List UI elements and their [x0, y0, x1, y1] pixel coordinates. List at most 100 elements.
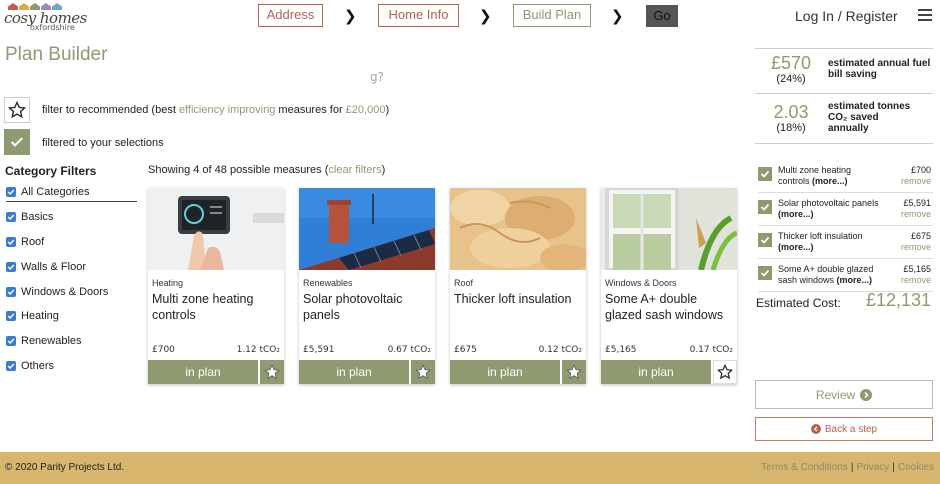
thermostat-photo	[148, 188, 284, 270]
bill-saving-value: £570	[770, 53, 812, 73]
step-address-button[interactable]: Address	[258, 4, 323, 27]
category-label: All Categories	[21, 186, 90, 198]
review-button[interactable]: Review	[755, 380, 933, 409]
arrow-left-circle-icon	[810, 424, 821, 434]
selections-filter-label: filtered to your selections	[42, 137, 164, 149]
star-filled-icon[interactable]	[562, 360, 586, 384]
category-label: Windows & Doors	[21, 286, 109, 298]
remove-link[interactable]: remove	[901, 242, 931, 252]
measure-cost: £700	[152, 345, 175, 355]
estimated-cost-value: £12,131	[866, 290, 932, 310]
measure-card[interactable]: Renewables Solar photovoltaic panels £5,…	[299, 188, 435, 384]
selection-price: £675	[910, 231, 931, 241]
checkbox-checked-icon[interactable]	[758, 233, 772, 247]
category-label: Walls & Floor	[21, 261, 86, 273]
selection-name: Some A+ double glazed sash windows (more…	[778, 264, 883, 286]
cosy-homes-logo[interactable]: cosy homes oxfordshire	[4, 3, 87, 33]
checkbox-checked-icon[interactable]	[758, 167, 772, 181]
star-filled-icon[interactable]	[411, 360, 435, 384]
category-label: Renewables	[21, 335, 82, 347]
category-walls-floor[interactable]: Walls & Floor	[6, 261, 86, 273]
recommended-filter-label: filter to recommended (best efficiency i…	[42, 104, 389, 116]
copyright-text: © 2020 Parity Projects Ltd.	[5, 462, 125, 473]
top-nav-bar: cosy homes oxfordshire Address ❯ Home In…	[0, 0, 940, 38]
selections-filter-toggle[interactable]	[4, 129, 30, 155]
more-link[interactable]: (more...)	[837, 275, 873, 285]
recommended-highlight: efficiency improving	[178, 104, 276, 116]
measure-card[interactable]: Roof Thicker loft insulation £675 0.12 t…	[450, 188, 586, 384]
more-link[interactable]: (more...)	[812, 176, 848, 186]
in-plan-button[interactable]: in plan	[450, 360, 560, 384]
category-windows-doors[interactable]: Windows & Doors	[6, 286, 108, 298]
checkbox-checked-icon	[6, 287, 16, 297]
recommended-amount: £20,000	[345, 104, 386, 116]
step-home-info-button[interactable]: Home Info	[378, 4, 459, 27]
measure-cost: £675	[454, 345, 477, 355]
page-title: Plan Builder	[5, 44, 108, 65]
category-heating[interactable]: Heating	[6, 310, 59, 322]
co2-label-line: estimated tonnes	[828, 101, 911, 112]
remove-link[interactable]: remove	[901, 209, 931, 219]
measure-cost: £5,165	[605, 345, 637, 355]
category-label: Others	[21, 360, 55, 372]
login-register-link[interactable]: Log In / Register	[795, 8, 898, 24]
in-plan-button[interactable]: in plan	[299, 360, 409, 384]
checkbox-checked-icon	[6, 336, 16, 346]
logo-subtext: oxfordshire	[30, 23, 75, 32]
step-build-plan-button[interactable]: Build Plan	[513, 4, 591, 27]
terms-link[interactable]: Terms & Conditions	[761, 462, 848, 473]
in-plan-button[interactable]: in plan	[148, 360, 258, 384]
cookies-link[interactable]: Cookies	[898, 462, 934, 473]
checkbox-checked-icon	[6, 361, 16, 371]
selection-item: Solar photovoltaic panels (more...) £5,5…	[758, 196, 933, 226]
measure-category: Roof	[454, 278, 474, 288]
remove-link[interactable]: remove	[901, 176, 931, 186]
footer-separator: |	[850, 462, 854, 473]
check-icon	[10, 137, 24, 147]
more-link[interactable]: (more...)	[778, 242, 814, 252]
category-label: Basics	[21, 211, 54, 223]
selection-item: Some A+ double glazed sash windows (more…	[758, 262, 933, 292]
co2-saving-label: estimated tonnes CO₂ saved annually	[828, 101, 933, 134]
results-count: Showing 4 of 48 possible measures (clear…	[148, 164, 385, 176]
checkbox-checked-icon	[6, 187, 16, 197]
star-filled-icon[interactable]	[260, 360, 284, 384]
category-basics[interactable]: Basics	[6, 211, 53, 223]
co2-saving-value: 2.03	[773, 102, 809, 122]
window-photo	[601, 188, 737, 270]
checkbox-checked-icon[interactable]	[758, 266, 772, 280]
selection-item: Thicker loft insulation (more...) £675 r…	[758, 229, 933, 259]
go-button[interactable]: Go	[646, 5, 678, 27]
remove-link[interactable]: remove	[901, 275, 931, 285]
category-roof[interactable]: Roof	[6, 236, 44, 248]
more-link[interactable]: (more...)	[778, 209, 814, 219]
measure-card[interactable]: Heating Multi zone heating controls £700…	[148, 188, 284, 384]
selection-price: £5,591	[903, 198, 931, 208]
category-renewables[interactable]: Renewables	[6, 335, 82, 347]
chevron-right-icon: ❯	[344, 7, 357, 25]
measure-card[interactable]: Windows & Doors Some A+ double glazed sa…	[601, 188, 737, 384]
back-a-step-button[interactable]: Back a step	[755, 417, 933, 441]
category-all[interactable]: All Categories	[6, 186, 137, 202]
checkbox-checked-icon	[6, 262, 16, 272]
showing-text: Showing 4 of 48 possible measures (	[148, 164, 329, 176]
selection-name: Multi zone heating controls (more...)	[778, 165, 883, 187]
star-outline-icon	[8, 101, 26, 119]
in-plan-button[interactable]: in plan	[601, 360, 711, 384]
co2-label-line: annually	[828, 123, 869, 134]
clear-filters-link[interactable]: clear filters	[328, 164, 381, 176]
co2-saving-percent: (18%)	[776, 122, 806, 134]
hamburger-menu-icon[interactable]	[918, 9, 932, 21]
measure-name: Thicker loft insulation	[454, 292, 572, 306]
category-others[interactable]: Others	[6, 360, 54, 372]
checkbox-checked-icon	[6, 237, 16, 247]
bill-saving-percent: (24%)	[776, 73, 806, 85]
selection-name: Solar photovoltaic panels (more...)	[778, 198, 883, 220]
star-outline-icon[interactable]	[713, 360, 737, 384]
bill-saving-label: estimated annual fuel bill saving	[828, 58, 931, 80]
showing-close: )	[381, 164, 386, 176]
category-label: Heating	[21, 310, 59, 322]
recommended-filter-toggle[interactable]	[4, 97, 30, 123]
checkbox-checked-icon[interactable]	[758, 200, 772, 214]
privacy-link[interactable]: Privacy	[856, 462, 889, 473]
